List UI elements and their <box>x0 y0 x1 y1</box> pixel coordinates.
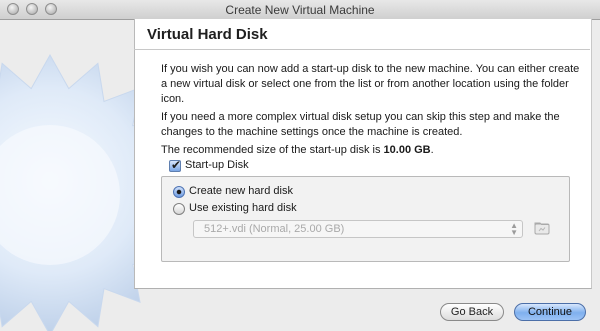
select-arrows-icon: ▲ ▼ <box>510 221 518 237</box>
existing-disk-select-value: 512+.vdi (Normal, 25.00 GB) <box>204 223 345 235</box>
create-new-disk-label[interactable]: Create new hard disk <box>189 185 293 197</box>
page-title: Virtual Hard Disk <box>147 26 268 43</box>
folder-icon[interactable] <box>533 219 551 237</box>
advanced-paragraph: If you need a more complex virtual disk … <box>161 111 560 138</box>
recommended-prefix: The recommended size of the start-up dis… <box>161 144 384 156</box>
create-vm-window: Create New Virtual Machine Virtual Hard … <box>0 0 600 331</box>
create-new-disk-radio[interactable] <box>173 186 185 198</box>
use-existing-disk-label[interactable]: Use existing hard disk <box>189 202 297 214</box>
recommended-size-text: The recommended size of the start-up dis… <box>161 143 581 158</box>
recommended-size-value: 10.00 GB <box>383 144 431 156</box>
recommended-suffix: . <box>430 144 434 156</box>
heading-divider <box>134 49 590 50</box>
startup-disk-checkbox[interactable] <box>169 158 181 172</box>
window-title: Create New Virtual Machine <box>225 3 375 17</box>
continue-button[interactable]: Continue <box>514 303 586 321</box>
existing-disk-select[interactable]: 512+.vdi (Normal, 25.00 GB) ▲ ▼ <box>193 220 523 238</box>
title-bar: Create New Virtual Machine <box>0 0 600 20</box>
intro-paragraph: If you wish you can now add a start-up d… <box>161 63 580 105</box>
startup-disk-label[interactable]: Start-up Disk <box>185 159 249 171</box>
go-back-button[interactable]: Go Back <box>440 303 504 321</box>
use-existing-disk-radio[interactable] <box>173 203 185 215</box>
